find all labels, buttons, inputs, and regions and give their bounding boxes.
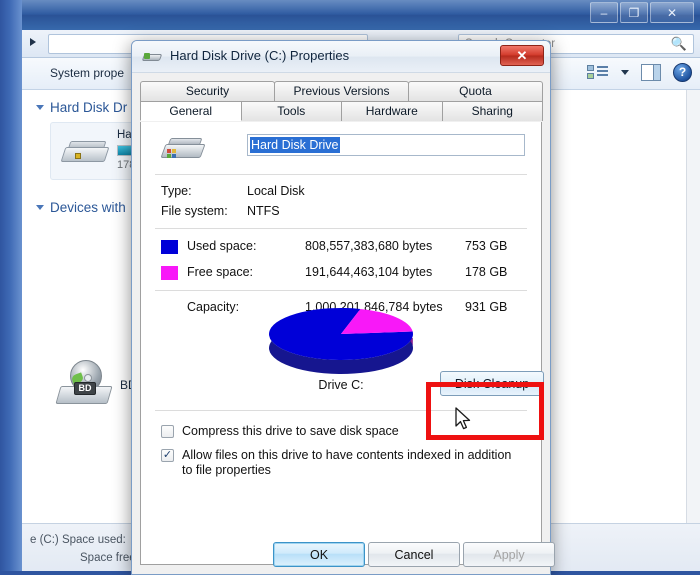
volume-label-input[interactable]: Hard Disk Drive: [247, 134, 525, 156]
chevron-right-icon[interactable]: [30, 38, 36, 46]
hard-drive-icon: [60, 139, 110, 169]
toolbar-right-group: ?: [587, 62, 692, 82]
used-space-label: Used space:: [187, 239, 257, 253]
help-icon[interactable]: ?: [673, 62, 692, 82]
window-left-frame: [0, 0, 22, 575]
used-space-swatch: [161, 240, 178, 254]
volume-icon: [160, 136, 206, 164]
tab-row-bottom: General Tools Hardware Sharing: [140, 101, 543, 121]
divider: [155, 174, 527, 175]
triangle-collapse-icon: [36, 105, 44, 110]
chevron-down-icon[interactable]: [621, 69, 629, 75]
status-space-free: Space free:: [80, 552, 139, 564]
pie-svg: [269, 307, 414, 374]
type-label: Type:: [161, 184, 192, 198]
file-system-label: File system:: [161, 204, 228, 218]
arrow-cursor: [455, 407, 473, 433]
group-header-devices[interactable]: Devices with: [36, 200, 126, 215]
preview-pane-icon[interactable]: [641, 63, 661, 81]
explorer-scrollbar[interactable]: [686, 90, 700, 523]
index-contents-label: Allow files on this drive to have conten…: [182, 448, 512, 477]
capacity-label: Capacity:: [187, 300, 240, 314]
tab-row-top: Security Previous Versions Quota: [140, 81, 543, 101]
hard-drive-icon: [141, 50, 163, 64]
disk-usage-pie-chart: [261, 304, 421, 376]
volume-label-value: Hard Disk Drive: [250, 137, 340, 153]
divider: [155, 228, 527, 229]
views-icon[interactable]: [587, 62, 609, 82]
type-value: Local Disk: [247, 184, 305, 198]
index-contents-checkbox[interactable]: ✓: [161, 449, 174, 462]
close-button[interactable]: ✕: [650, 2, 694, 23]
dialog-title: Hard Disk Drive (C:) Properties: [170, 48, 350, 63]
free-space-swatch: [161, 266, 178, 280]
maximize-button[interactable]: ❐: [620, 2, 648, 23]
search-icon: 🔍: [670, 36, 687, 51]
capacity-size: 931 GB: [465, 300, 508, 314]
group-header-label: Devices with: [50, 200, 126, 215]
tab-previous-versions[interactable]: Previous Versions: [274, 81, 409, 101]
system-properties-button[interactable]: System prope: [50, 66, 124, 80]
tab-sharing[interactable]: Sharing: [441, 101, 543, 121]
divider: [155, 290, 527, 291]
file-system-value: NTFS: [247, 204, 280, 218]
free-space-bytes: 191,644,463,104 bytes: [305, 265, 433, 279]
minimize-button[interactable]: –: [590, 2, 618, 23]
compress-drive-checkbox[interactable]: [161, 425, 174, 438]
tab-strip: Security Previous Versions Quota General…: [140, 81, 543, 121]
free-space-label: Free space:: [187, 265, 254, 279]
annotation-highlight-box: [426, 382, 544, 440]
tab-tools[interactable]: Tools: [240, 101, 342, 121]
compress-drive-label: Compress this drive to save disk space: [182, 424, 399, 438]
bd-rom-drive-icon[interactable]: BD: [55, 360, 114, 410]
group-header-hard-disk-drives[interactable]: Hard Disk Dr: [36, 100, 127, 115]
ok-button[interactable]: OK: [273, 542, 365, 567]
triangle-collapse-icon: [36, 205, 44, 210]
general-tab-page: Hard Disk Drive Type: Local Disk File sy…: [140, 122, 544, 565]
properties-dialog: Hard Disk Drive (C:) Properties ✕ Securi…: [131, 40, 555, 575]
window-controls: – ❐ ✕: [590, 2, 694, 23]
dialog-close-button[interactable]: ✕: [500, 45, 544, 66]
tab-hardware[interactable]: Hardware: [341, 101, 443, 121]
group-header-label: Hard Disk Dr: [50, 100, 128, 115]
apply-button: Apply: [463, 542, 555, 567]
used-space-size: 753 GB: [465, 239, 508, 253]
tab-quota[interactable]: Quota: [408, 81, 543, 101]
index-contents-checkbox-row[interactable]: ✓ Allow files on this drive to have cont…: [161, 448, 523, 478]
dialog-button-row: OK Cancel Apply: [132, 542, 555, 568]
explorer-titlebar: – ❐ ✕: [22, 0, 700, 30]
free-space-size: 178 GB: [465, 265, 508, 279]
used-space-bytes: 808,557,383,680 bytes: [305, 239, 433, 253]
bd-badge: BD: [74, 382, 96, 395]
tab-general[interactable]: General: [140, 101, 242, 121]
tab-security[interactable]: Security: [140, 81, 275, 101]
dialog-titlebar: Hard Disk Drive (C:) Properties ✕: [132, 41, 550, 73]
status-space-used: e (C:) Space used:: [30, 534, 126, 546]
cancel-button[interactable]: Cancel: [368, 542, 460, 567]
